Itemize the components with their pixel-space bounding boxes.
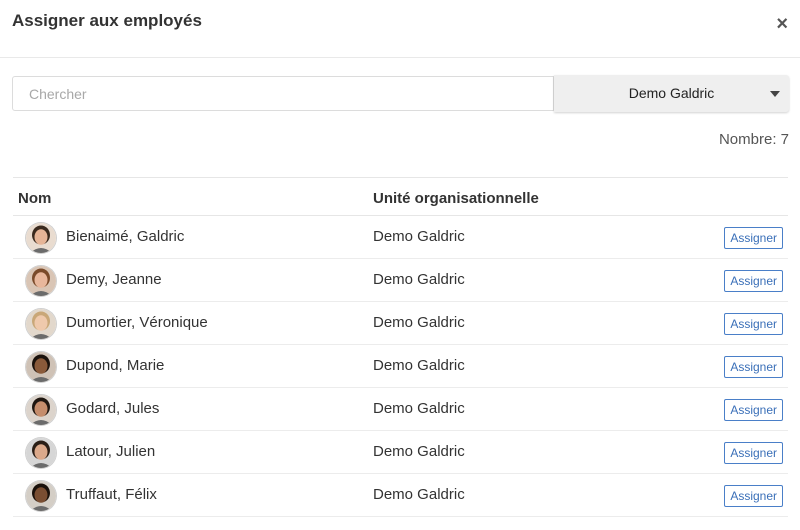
employee-unit: Demo Galdric: [373, 400, 465, 417]
employee-unit: Demo Galdric: [373, 443, 465, 460]
table-row: Godard, Jules Demo Galdric Assigner: [13, 388, 788, 431]
employee-unit: Demo Galdric: [373, 314, 465, 331]
column-header-name[interactable]: Nom: [18, 190, 51, 207]
avatar: [26, 309, 56, 339]
person-avatar-icon: [26, 223, 56, 253]
employee-table: Nom Unité organisationnelle Bienaimé, Ga…: [13, 177, 788, 517]
assign-button[interactable]: Assigner: [724, 270, 783, 292]
employee-unit: Demo Galdric: [373, 486, 465, 503]
employee-name: Demy, Jeanne: [66, 271, 162, 288]
caret-down-icon: [770, 91, 780, 97]
table-row: Dupond, Marie Demo Galdric Assigner: [13, 345, 788, 388]
person-avatar-icon: [26, 352, 56, 382]
person-avatar-icon: [26, 309, 56, 339]
employee-name: Godard, Jules: [66, 400, 160, 417]
column-header-unit[interactable]: Unité organisationnelle: [373, 190, 539, 207]
table-row: Bienaimé, Galdric Demo Galdric Assigner: [13, 216, 788, 259]
employee-unit: Demo Galdric: [373, 357, 465, 374]
person-avatar-icon: [26, 266, 56, 296]
employee-name: Truffaut, Félix: [66, 486, 157, 503]
person-avatar-icon: [26, 481, 56, 511]
employee-name: Latour, Julien: [66, 443, 156, 460]
avatar: [26, 438, 56, 468]
table-row: Demy, Jeanne Demo Galdric Assigner: [13, 259, 788, 302]
dialog-header: Assigner aux employés ×: [0, 0, 800, 58]
unit-filter-select[interactable]: Demo Galdric: [554, 75, 789, 112]
employee-name: Dumortier, Véronique: [66, 314, 208, 331]
assign-button[interactable]: Assigner: [724, 485, 783, 507]
table-header: Nom Unité organisationnelle: [13, 177, 788, 216]
assign-button[interactable]: Assigner: [724, 399, 783, 421]
avatar: [26, 223, 56, 253]
table-body: Bienaimé, Galdric Demo Galdric Assigner …: [13, 216, 788, 517]
person-avatar-icon: [26, 438, 56, 468]
avatar: [26, 395, 56, 425]
person-avatar-icon: [26, 395, 56, 425]
unit-filter-value: Demo Galdric: [628, 85, 715, 101]
table-row: Dumortier, Véronique Demo Galdric Assign…: [13, 302, 788, 345]
dialog-title: Assigner aux employés: [12, 11, 202, 30]
employee-name: Bienaimé, Galdric: [66, 228, 185, 245]
close-icon[interactable]: ×: [776, 12, 788, 36]
assign-button[interactable]: Assigner: [724, 356, 783, 378]
avatar: [26, 266, 56, 296]
result-count: Nombre: 7: [718, 131, 789, 148]
avatar: [26, 352, 56, 382]
table-row: Latour, Julien Demo Galdric Assigner: [13, 431, 788, 474]
assign-button[interactable]: Assigner: [724, 313, 783, 335]
employee-unit: Demo Galdric: [373, 228, 465, 245]
table-row: Truffaut, Félix Demo Galdric Assigner: [13, 474, 788, 517]
employee-unit: Demo Galdric: [373, 271, 465, 288]
avatar: [26, 481, 56, 511]
assign-button[interactable]: Assigner: [724, 227, 783, 249]
assign-button[interactable]: Assigner: [724, 442, 783, 464]
employee-name: Dupond, Marie: [66, 357, 165, 374]
search-input[interactable]: [12, 76, 554, 111]
